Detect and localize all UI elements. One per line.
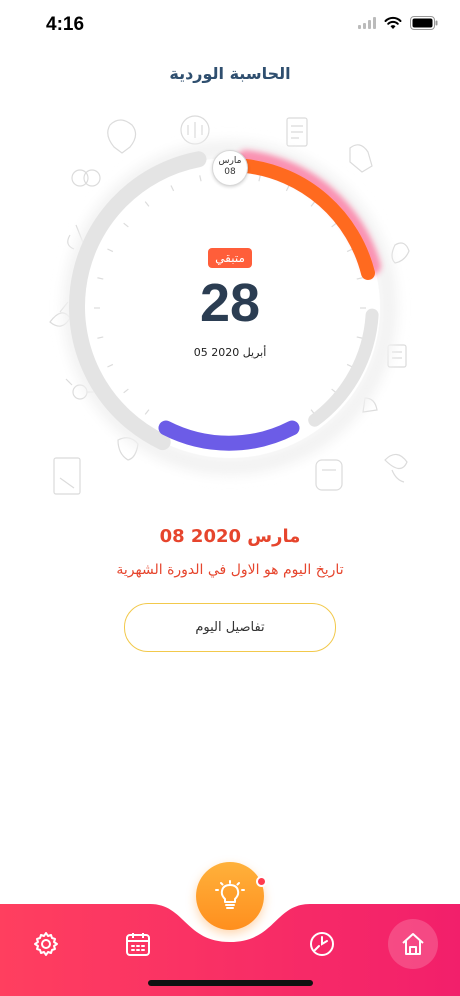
signal-icon [358,17,376,29]
next-period-date: 05 أبريل 2020 [193,346,267,359]
remaining-badge: متبقي [208,248,252,268]
home-icon [402,933,424,955]
notification-dot [256,876,267,887]
marker-day: 08 [224,167,236,177]
home-indicator [148,980,313,986]
lightbulb-icon [215,880,245,909]
nav-history[interactable] [302,924,342,964]
status-icons [358,16,438,30]
status-time: 4:16 [46,14,85,35]
cycle-day-marker[interactable]: مارس 08 [212,150,248,186]
day-details-button[interactable]: تفاصيل اليوم [124,603,336,652]
battery-icon [410,16,438,30]
nav-home[interactable] [388,919,438,969]
clock-icon [310,932,334,956]
days-remaining: 28 [199,273,261,333]
nav-calendar[interactable] [118,924,158,964]
calendar-icon [126,933,150,956]
status-bar: 4:16 [0,0,460,50]
page-title: الحاسبة الوردية [169,64,291,83]
nav-settings[interactable] [26,924,66,964]
marker-month: مارس [218,156,242,166]
gear-icon [34,932,58,956]
tips-button[interactable] [196,862,264,930]
today-message: تاريخ اليوم هو الاول في الدورة الشهرية [116,562,344,578]
today-date: 08 مارس 2020 [159,526,301,547]
wifi-icon [384,16,402,29]
